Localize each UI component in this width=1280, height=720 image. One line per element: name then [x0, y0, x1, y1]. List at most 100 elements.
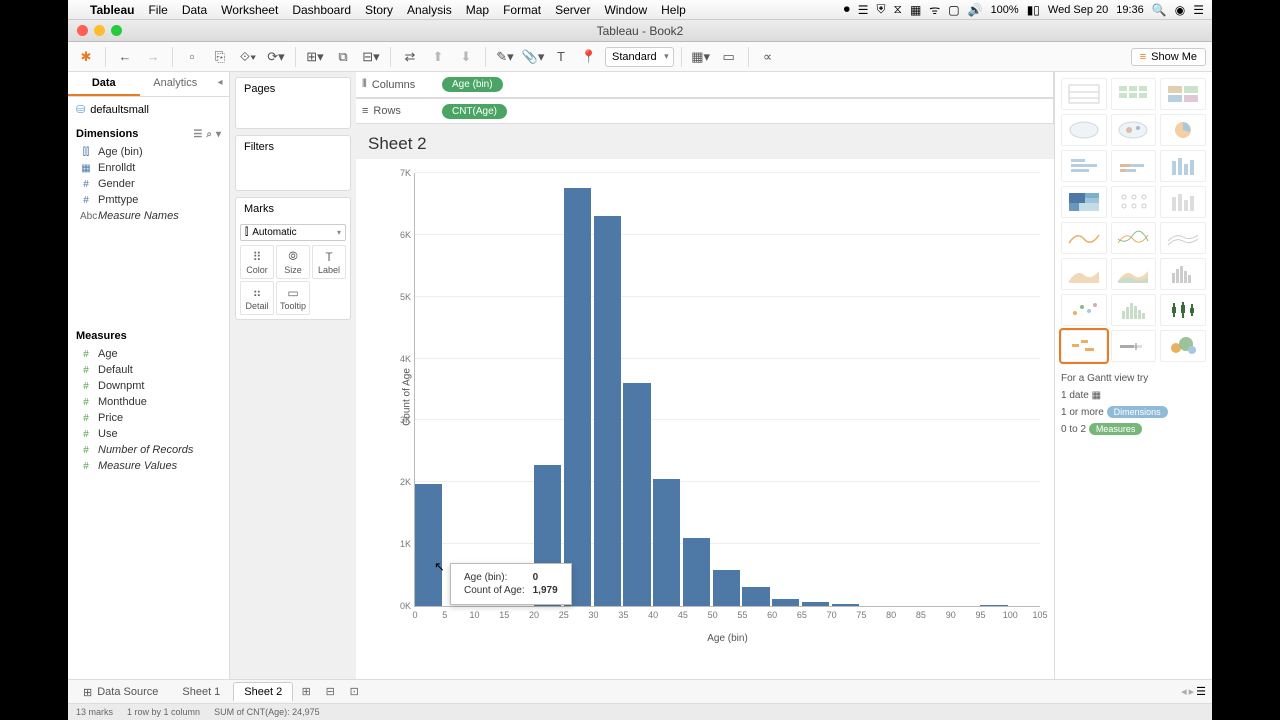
- tabs-scroll-left-icon[interactable]: ◂: [1181, 685, 1187, 698]
- bar-30[interactable]: [594, 216, 621, 606]
- sort-desc-icon[interactable]: ⬇: [454, 46, 478, 68]
- shield-icon[interactable]: ⛨: [877, 2, 886, 17]
- pin-icon[interactable]: 📍: [577, 46, 601, 68]
- showme-thumb-10[interactable]: [1111, 186, 1157, 218]
- close-button[interactable]: [77, 25, 88, 36]
- menubar-date[interactable]: Wed Sep 20: [1048, 4, 1108, 16]
- mark-label[interactable]: TLabel: [312, 245, 346, 279]
- presentation-icon[interactable]: ▭: [717, 46, 741, 68]
- search-icon[interactable]: ⌕: [206, 129, 212, 140]
- chart[interactable]: Count of Age Age (bin) 0K1K2K3K4K5K6K7K0…: [384, 169, 1044, 625]
- sheet-tab-1[interactable]: Sheet 1: [171, 682, 231, 701]
- bar-95[interactable]: [980, 605, 1007, 606]
- mark-tooltip[interactable]: ▭Tooltip: [276, 281, 310, 315]
- showme-thumb-6[interactable]: [1061, 150, 1107, 182]
- rows-pill[interactable]: CNT(Age): [442, 104, 507, 119]
- showme-thumb-20[interactable]: [1160, 294, 1206, 326]
- mark-size[interactable]: ⦾Size: [276, 245, 310, 279]
- field-age-bin-[interactable]: ⫿⫿Age (bin): [68, 144, 229, 160]
- menu-window[interactable]: Window: [604, 3, 647, 17]
- field-downpmt[interactable]: #Downpmt: [68, 378, 229, 394]
- maximize-button[interactable]: [111, 25, 122, 36]
- rows-shelf[interactable]: ≡Rows CNT(Age): [356, 98, 1054, 124]
- save-icon[interactable]: ▫: [180, 46, 204, 68]
- menu-file[interactable]: File: [148, 3, 167, 17]
- columns-pill[interactable]: Age (bin): [442, 77, 503, 92]
- menu-extra-icon[interactable]: ⏺: [844, 2, 850, 17]
- notifications-icon[interactable]: ☰: [1193, 3, 1204, 17]
- tab-analytics[interactable]: Analytics: [140, 72, 212, 96]
- bar-50[interactable]: [713, 570, 740, 606]
- siri-icon[interactable]: ◉: [1175, 3, 1185, 17]
- refresh-icon[interactable]: ⟳▾: [264, 46, 288, 68]
- bar-40[interactable]: [653, 479, 680, 606]
- menu-worksheet[interactable]: Worksheet: [221, 3, 278, 17]
- showme-thumb-16[interactable]: [1111, 258, 1157, 290]
- app-name[interactable]: Tableau: [90, 3, 134, 17]
- autoupdate-icon[interactable]: ⟐▾: [236, 46, 260, 68]
- columns-shelf[interactable]: ⦀Columns Age (bin): [356, 72, 1054, 98]
- showme-thumb-2[interactable]: [1160, 78, 1206, 110]
- spotlight-icon[interactable]: 🔍: [1152, 3, 1167, 17]
- showme-thumb-13[interactable]: [1111, 222, 1157, 254]
- field-monthdue[interactable]: #Monthdue: [68, 394, 229, 410]
- labels-icon[interactable]: T: [549, 46, 573, 68]
- volume-icon[interactable]: 🔊: [968, 3, 983, 17]
- showme-thumb-17[interactable]: [1160, 258, 1206, 290]
- menu-help[interactable]: Help: [661, 3, 686, 17]
- datasource-row[interactable]: ⛁ defaultsmall: [68, 97, 229, 122]
- menu-extra-icon[interactable]: ☰: [858, 3, 869, 17]
- bar-45[interactable]: [683, 538, 710, 606]
- menu-analysis[interactable]: Analysis: [407, 3, 452, 17]
- field-measure-names[interactable]: AbcMeasure Names: [68, 208, 229, 224]
- pages-card[interactable]: Pages: [235, 77, 351, 129]
- menubar-time[interactable]: 19:36: [1116, 4, 1144, 16]
- swap-icon[interactable]: ⇄: [398, 46, 422, 68]
- showme-thumb-7[interactable]: [1111, 150, 1157, 182]
- tabs-menu-icon[interactable]: ☰: [1196, 685, 1206, 698]
- mark-detail[interactable]: ⠶Detail: [240, 281, 274, 315]
- filters-card[interactable]: Filters: [235, 135, 351, 191]
- showme-thumb-19[interactable]: [1111, 294, 1157, 326]
- group-icon[interactable]: 📎▾: [521, 46, 545, 68]
- sheet-title[interactable]: Sheet 2: [356, 124, 1054, 158]
- menu-dashboard[interactable]: Dashboard: [292, 3, 351, 17]
- bar-35[interactable]: [623, 383, 650, 606]
- bar-70[interactable]: [832, 604, 859, 606]
- duplicate-icon[interactable]: ⧉: [331, 46, 355, 68]
- bar-65[interactable]: [802, 602, 829, 606]
- showme-thumb-14[interactable]: [1160, 222, 1206, 254]
- menu-story[interactable]: Story: [365, 3, 393, 17]
- menu-icon[interactable]: ▾: [216, 129, 221, 140]
- bar-55[interactable]: [742, 587, 769, 606]
- minimize-button[interactable]: [94, 25, 105, 36]
- bar-25[interactable]: [564, 188, 591, 606]
- new-worksheet-icon[interactable]: ⊞: [295, 685, 317, 698]
- showme-thumb-9[interactable]: [1061, 186, 1107, 218]
- field-measure-values[interactable]: #Measure Values: [68, 458, 229, 474]
- showme-thumb-4[interactable]: [1111, 114, 1157, 146]
- showme-thumb-8[interactable]: [1160, 150, 1206, 182]
- highlight-icon[interactable]: ✎▾: [493, 46, 517, 68]
- showme-thumb-5[interactable]: [1160, 114, 1206, 146]
- bar-60[interactable]: [772, 599, 799, 606]
- showme-thumb-1[interactable]: [1111, 78, 1157, 110]
- chevron-icon[interactable]: ◂: [211, 72, 229, 96]
- showme-thumb-3[interactable]: [1061, 114, 1107, 146]
- sheet-tab-2[interactable]: Sheet 2: [233, 682, 293, 701]
- back-icon[interactable]: ←: [113, 46, 137, 68]
- view-cards-icon[interactable]: ▦▾: [689, 46, 713, 68]
- forward-icon[interactable]: →: [141, 46, 165, 68]
- tabs-scroll-right-icon[interactable]: ▸: [1189, 685, 1195, 698]
- mark-color[interactable]: ⠿Color: [240, 245, 274, 279]
- new-story-icon[interactable]: ⊡: [343, 685, 365, 698]
- showme-thumb-21[interactable]: [1061, 330, 1107, 362]
- showme-thumb-22[interactable]: [1111, 330, 1157, 362]
- showme-thumb-23[interactable]: [1160, 330, 1206, 362]
- datasource-tab[interactable]: ⊞Data Source: [72, 682, 169, 702]
- wifi-icon[interactable]: ᯤ: [929, 1, 940, 18]
- field-number-of-records[interactable]: #Number of Records: [68, 442, 229, 458]
- view-icon[interactable]: ☰: [193, 129, 202, 140]
- field-pmttype[interactable]: #Pmttype: [68, 192, 229, 208]
- showme-thumb-0[interactable]: [1061, 78, 1107, 110]
